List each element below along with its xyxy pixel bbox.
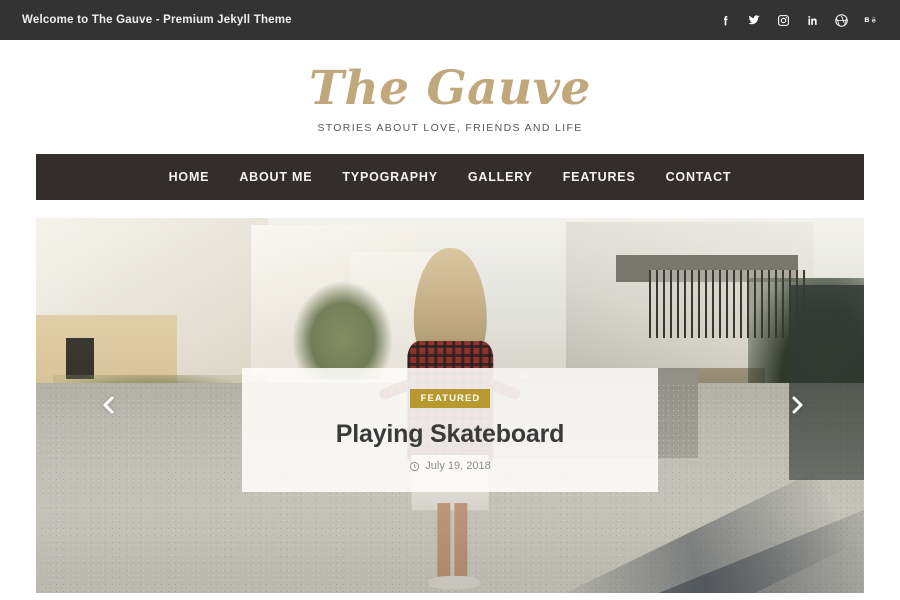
page-container: Home About Me Typography Gallery Feature… (36, 153, 864, 593)
facebook-icon[interactable] (717, 12, 733, 28)
carousel-prev-button[interactable] (92, 385, 126, 425)
wordpress-icon[interactable] (833, 12, 849, 28)
instagram-icon[interactable] (775, 12, 791, 28)
social-links (717, 12, 878, 28)
featured-badge: Featured (409, 388, 491, 408)
hero-carousel: Featured Playing Skateboard July 19, 201… (36, 217, 864, 593)
site-branding: The Gauve Stories about love, friends an… (0, 40, 900, 154)
twitter-icon[interactable] (746, 12, 762, 28)
top-bar: Welcome to The Gauve - Premium Jekyll Th… (0, 0, 900, 40)
nav-item-features[interactable]: Features (548, 170, 651, 184)
site-tagline: Stories about love, friends and life (317, 121, 583, 134)
nav-list: Home About Me Typography Gallery Feature… (154, 170, 747, 184)
linkedin-icon[interactable] (804, 12, 820, 28)
nav-item-contact[interactable]: Contact (651, 170, 747, 184)
behance-icon[interactable] (862, 12, 878, 28)
hero-post-meta: July 19, 2018 (409, 460, 491, 473)
nav-item-home[interactable]: Home (154, 170, 225, 184)
main-navigation: Home About Me Typography Gallery Feature… (36, 153, 864, 200)
welcome-text: Welcome to The Gauve - Premium Jekyll Th… (22, 14, 292, 26)
hero-caption-card: Featured Playing Skateboard July 19, 201… (242, 367, 658, 492)
nav-item-typography[interactable]: Typography (327, 170, 453, 184)
clock-icon (409, 461, 420, 472)
site-logo[interactable]: The Gauve (0, 63, 900, 115)
nav-item-gallery[interactable]: Gallery (453, 170, 548, 184)
carousel-next-button[interactable] (780, 385, 814, 425)
hero-post-date: July 19, 2018 (425, 460, 491, 473)
hero-post-title[interactable]: Playing Skateboard (336, 420, 565, 449)
nav-item-about-me[interactable]: About Me (224, 170, 327, 184)
